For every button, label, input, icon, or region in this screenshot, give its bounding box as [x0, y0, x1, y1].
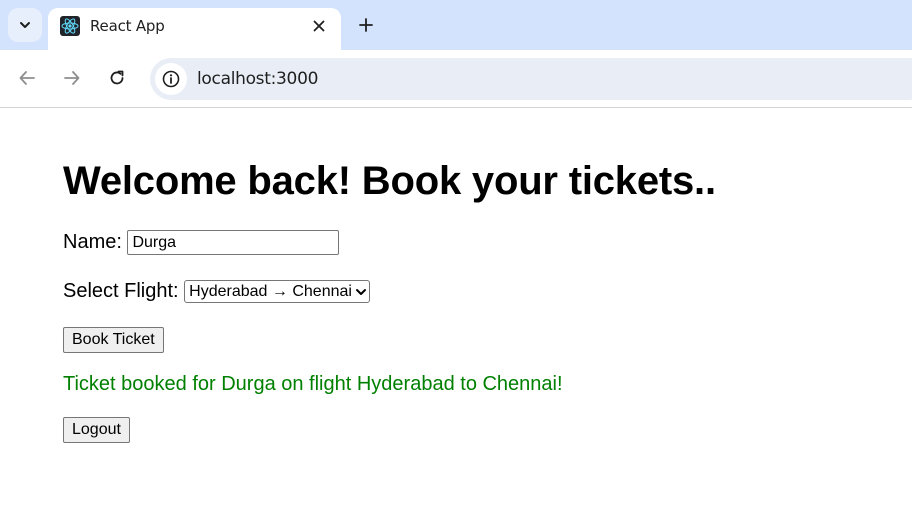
arrow-left-icon: [19, 71, 35, 85]
url-text: localhost:3000: [197, 69, 319, 89]
page-title: Welcome back! Book your tickets..: [63, 159, 716, 203]
forward-button[interactable]: [59, 65, 85, 91]
reload-button[interactable]: [104, 65, 130, 91]
reload-icon: [110, 70, 124, 85]
flight-label: Select Flight:: [63, 280, 179, 302]
tab-search-button[interactable]: [8, 8, 42, 42]
flight-row: Select Flight: Hyderabad → Chennai: [63, 280, 370, 304]
new-tab-button[interactable]: [354, 13, 378, 37]
name-input[interactable]: [127, 230, 340, 255]
react-logo-icon: [60, 16, 80, 36]
close-tab-button[interactable]: [308, 15, 330, 37]
close-icon: [313, 20, 325, 32]
tab-react-app[interactable]: React App: [48, 8, 341, 50]
address-bar[interactable]: localhost:3000: [150, 58, 912, 100]
tab-strip: React App: [0, 0, 912, 50]
tab-title: React App: [90, 17, 165, 35]
name-label: Name:: [63, 230, 122, 253]
back-button[interactable]: [14, 65, 40, 91]
browser-toolbar: localhost:3000: [0, 50, 912, 108]
flight-selected-value: Hyderabad → Chennai: [189, 282, 352, 300]
flight-select[interactable]: Hyderabad → Chennai: [184, 280, 370, 304]
chevron-down-icon: [20, 22, 30, 28]
arrow-right-icon: [64, 71, 80, 85]
page-content: Welcome back! Book your tickets.. Name: …: [63, 109, 883, 443]
book-ticket-button[interactable]: Book Ticket: [63, 327, 164, 353]
name-row: Name:: [63, 230, 340, 255]
info-icon: [162, 70, 180, 88]
logout-button[interactable]: Logout: [63, 417, 130, 443]
chevron-down-icon: [355, 288, 366, 295]
plus-icon: [359, 18, 373, 32]
success-message: Ticket booked for Durga on flight Hydera…: [63, 373, 563, 395]
site-info-button[interactable]: [155, 63, 187, 95]
